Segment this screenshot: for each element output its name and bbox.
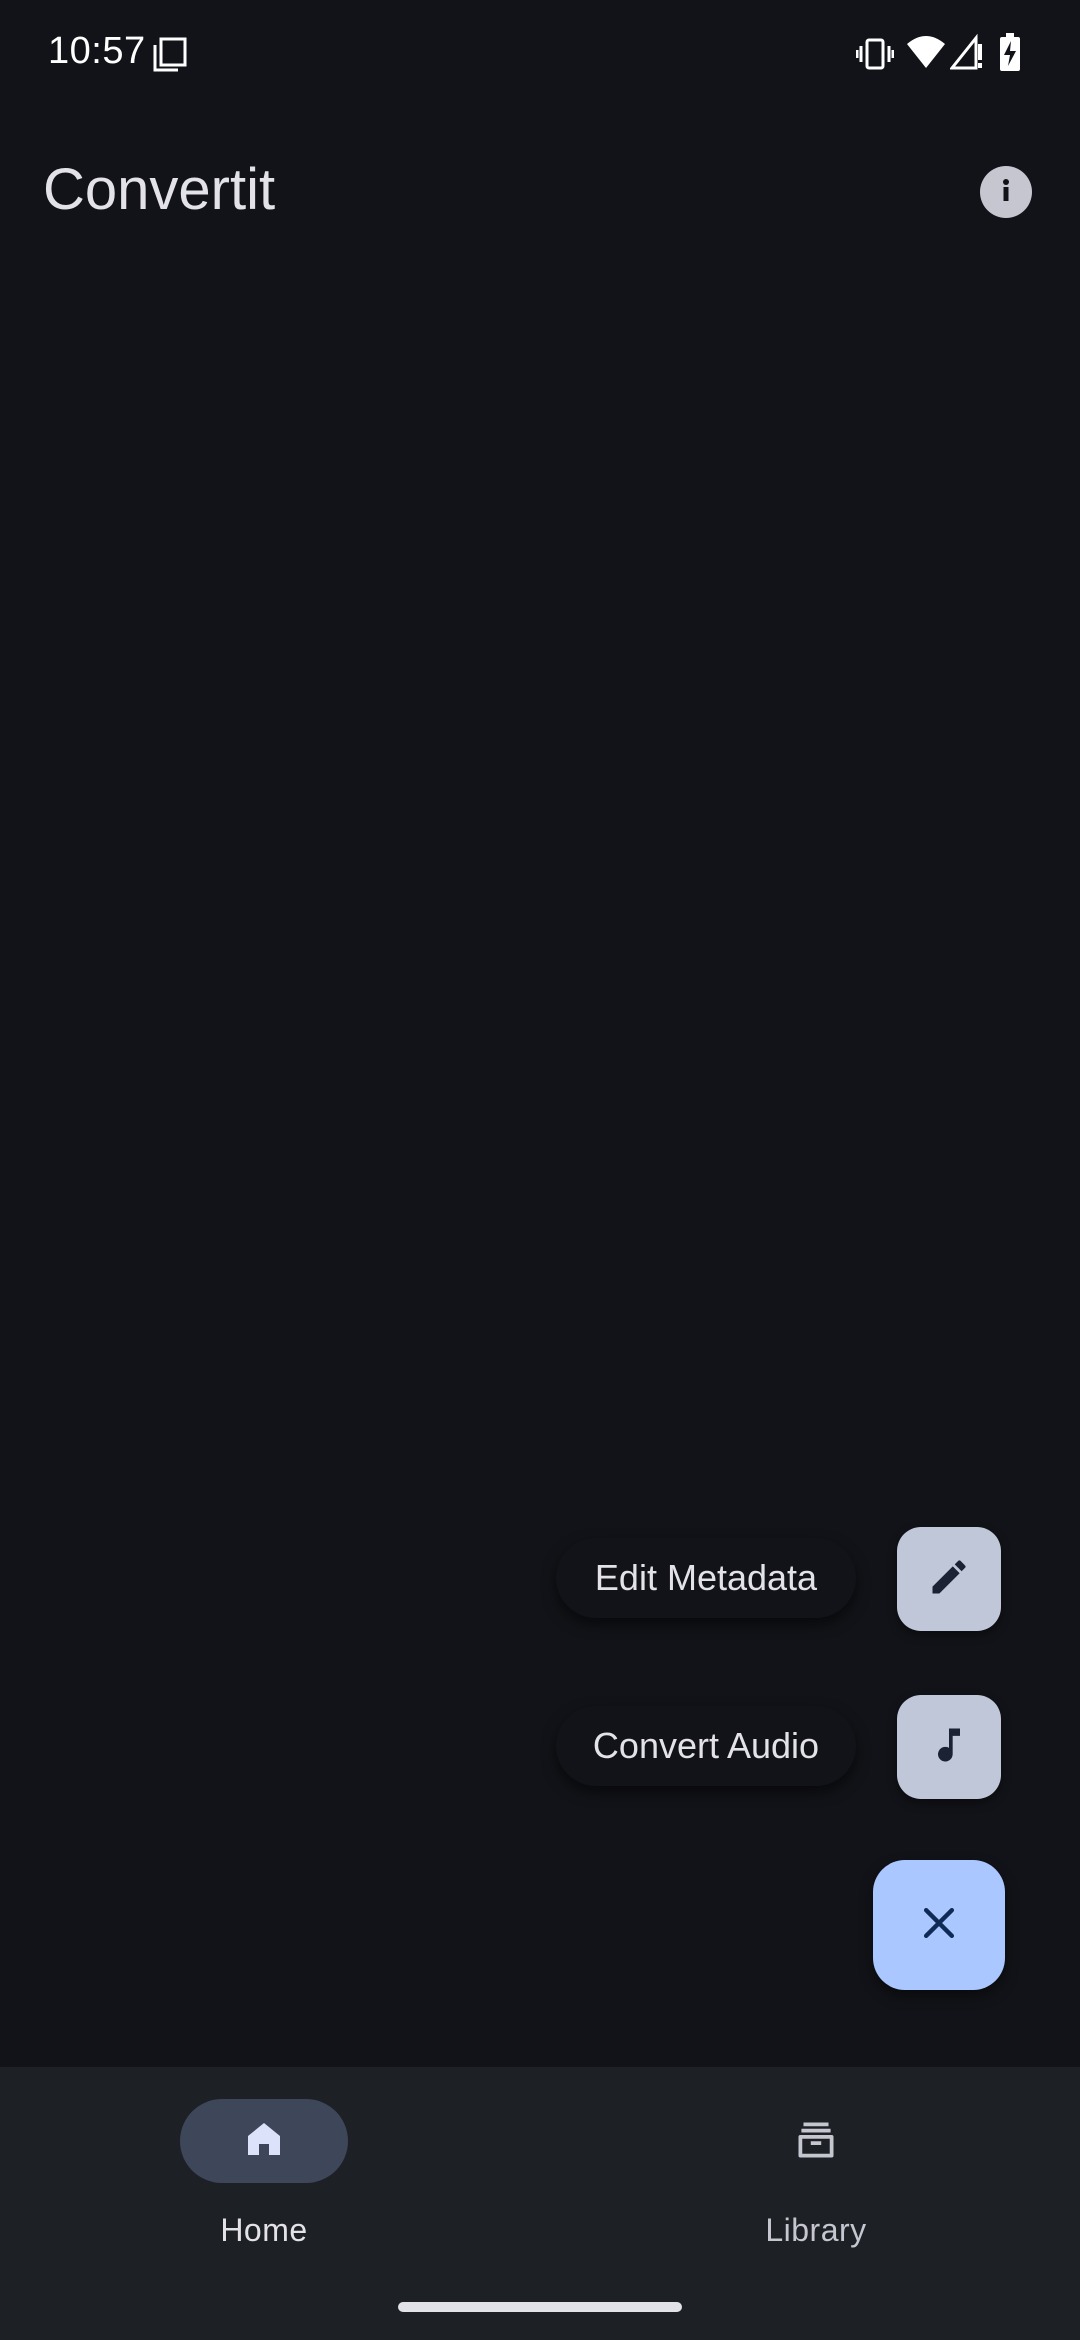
edit-metadata-text: Edit Metadata: [594, 1557, 818, 1598]
convert-audio-text: Convert Audio: [592, 1725, 820, 1766]
info-button[interactable]: [980, 166, 1032, 218]
music-note-icon: [927, 1723, 971, 1772]
info-icon: [991, 175, 1021, 210]
bottom-navigation: Home Library: [0, 2067, 1080, 2340]
signal-icon: [948, 33, 984, 75]
close-fab-button[interactable]: [873, 1860, 1005, 1990]
battery-charging-icon: [998, 32, 1022, 77]
convert-audio-button[interactable]: [897, 1695, 1001, 1799]
convert-audio-label[interactable]: Convert Audio: [556, 1706, 856, 1786]
wifi-icon: [906, 34, 946, 75]
screen: 10:57 Convertit Edit Metadata Convert Au…: [0, 0, 1080, 2340]
edit-metadata-label[interactable]: Edit Metadata: [556, 1538, 856, 1618]
home-icon: [240, 2115, 288, 2168]
status-bar: 10:57: [0, 0, 1080, 108]
nav-label-library: Library: [765, 2212, 867, 2248]
app-title: Convertit: [43, 157, 276, 222]
close-icon: [917, 1901, 961, 1950]
edit-metadata-button[interactable]: [897, 1527, 1001, 1631]
nav-item-home[interactable]: Home: [0, 2067, 540, 2277]
gesture-handle[interactable]: [398, 2302, 682, 2312]
screenshot-icon: [152, 36, 188, 77]
nav-active-indicator: [180, 2099, 348, 2183]
status-time: 10:57: [48, 30, 146, 72]
vibrate-icon: [855, 36, 895, 77]
nav-indicator-library: [732, 2099, 900, 2183]
archive-icon: [791, 2114, 841, 2169]
nav-item-library[interactable]: Library: [540, 2067, 1080, 2277]
nav-label-home: Home: [220, 2212, 308, 2248]
pencil-icon: [927, 1555, 971, 1604]
